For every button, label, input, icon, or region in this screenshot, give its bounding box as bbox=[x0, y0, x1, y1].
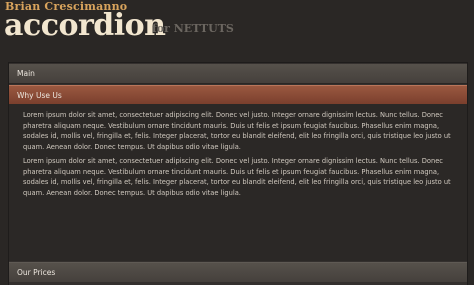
panel-paragraph: Lorem ipsum dolor sit amet, consectetuer… bbox=[23, 111, 451, 151]
panel-paragraph: Lorem ipsum dolor sit amet, consectetuer… bbox=[23, 157, 451, 197]
accordion: Main Why Use Us Lorem ipsum dolor sit am… bbox=[8, 62, 468, 285]
page-subtitle: for NETTUTS bbox=[152, 22, 234, 35]
accordion-header-main[interactable]: Main bbox=[9, 64, 467, 84]
accordion-header-our-prices[interactable]: Our Prices bbox=[9, 262, 467, 282]
page-header: Brian Crescimanno accordion for NETTUTS bbox=[0, 0, 474, 58]
accordion-header-why-use-us[interactable]: Why Use Us bbox=[9, 85, 467, 104]
page-title: accordion bbox=[4, 8, 166, 43]
accordion-panel-why-use-us: Lorem ipsum dolor sit amet, consectetuer… bbox=[9, 104, 467, 261]
